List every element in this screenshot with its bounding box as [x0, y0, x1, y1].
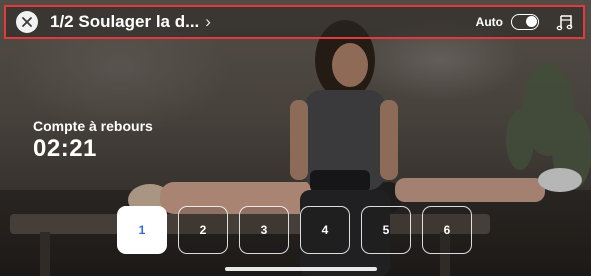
video-player-screen[interactable]: 1/2 Soulager la d... › Auto Compte à reb…: [0, 0, 591, 276]
step-2[interactable]: 2: [178, 206, 228, 254]
step-4[interactable]: 4: [300, 206, 350, 254]
auto-toggle[interactable]: [511, 14, 539, 30]
step-3[interactable]: 3: [239, 206, 289, 254]
close-icon: [22, 17, 32, 27]
auto-label: Auto: [475, 15, 503, 29]
header-bar: 1/2 Soulager la d... › Auto: [4, 5, 585, 39]
step-selector: 1 2 3 4 5 6: [117, 206, 472, 254]
chevron-right-icon[interactable]: ›: [205, 12, 211, 32]
music-icon: [556, 15, 573, 31]
countdown-label: Compte à rebours: [33, 118, 153, 134]
home-indicator[interactable]: [225, 267, 377, 271]
close-button[interactable]: [16, 11, 38, 33]
step-5[interactable]: 5: [361, 206, 411, 254]
countdown-value: 02:21: [33, 135, 97, 162]
music-button[interactable]: [555, 12, 575, 32]
session-title[interactable]: 1/2 Soulager la d...: [50, 12, 199, 32]
toggle-knob: [526, 16, 537, 27]
countdown: Compte à rebours 02:21: [33, 118, 153, 163]
step-6[interactable]: 6: [422, 206, 472, 254]
step-1[interactable]: 1: [117, 206, 167, 254]
